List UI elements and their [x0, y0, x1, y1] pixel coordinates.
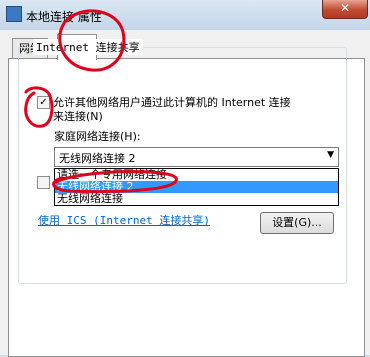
title-bar: 本地连接 属性 ✕ — [0, 0, 370, 30]
allow-sharing-label-line2: 来连接(N) — [53, 110, 103, 123]
ics-help-link[interactable]: 使用 ICS (Internet 连接共享) — [38, 212, 210, 228]
home-network-combobox[interactable]: 无线网络连接 2 ▼ — [54, 147, 339, 167]
ics-group-legend: Internet 连接共享 — [33, 39, 143, 55]
chevron-down-icon[interactable]: ▼ — [327, 150, 334, 160]
network-connection-icon — [6, 6, 22, 22]
dropdown-option[interactable]: 无线网络连接 — [55, 193, 338, 205]
allow-sharing-checkbox[interactable]: ✓ — [37, 96, 50, 109]
window-title: 本地连接 属性 — [26, 10, 102, 24]
home-network-label: 家庭网络连接(H): — [54, 130, 141, 143]
allow-control-checkbox[interactable] — [37, 176, 50, 189]
home-network-selected-value: 无线网络连接 2 — [59, 152, 136, 165]
home-network-dropdown-list[interactable]: 请选一个专用网络连接 无线网络连接 2 无线网络连接 — [54, 168, 339, 206]
settings-button[interactable]: 设置(G)... — [260, 212, 334, 234]
close-button[interactable]: ✕ — [322, 0, 368, 19]
